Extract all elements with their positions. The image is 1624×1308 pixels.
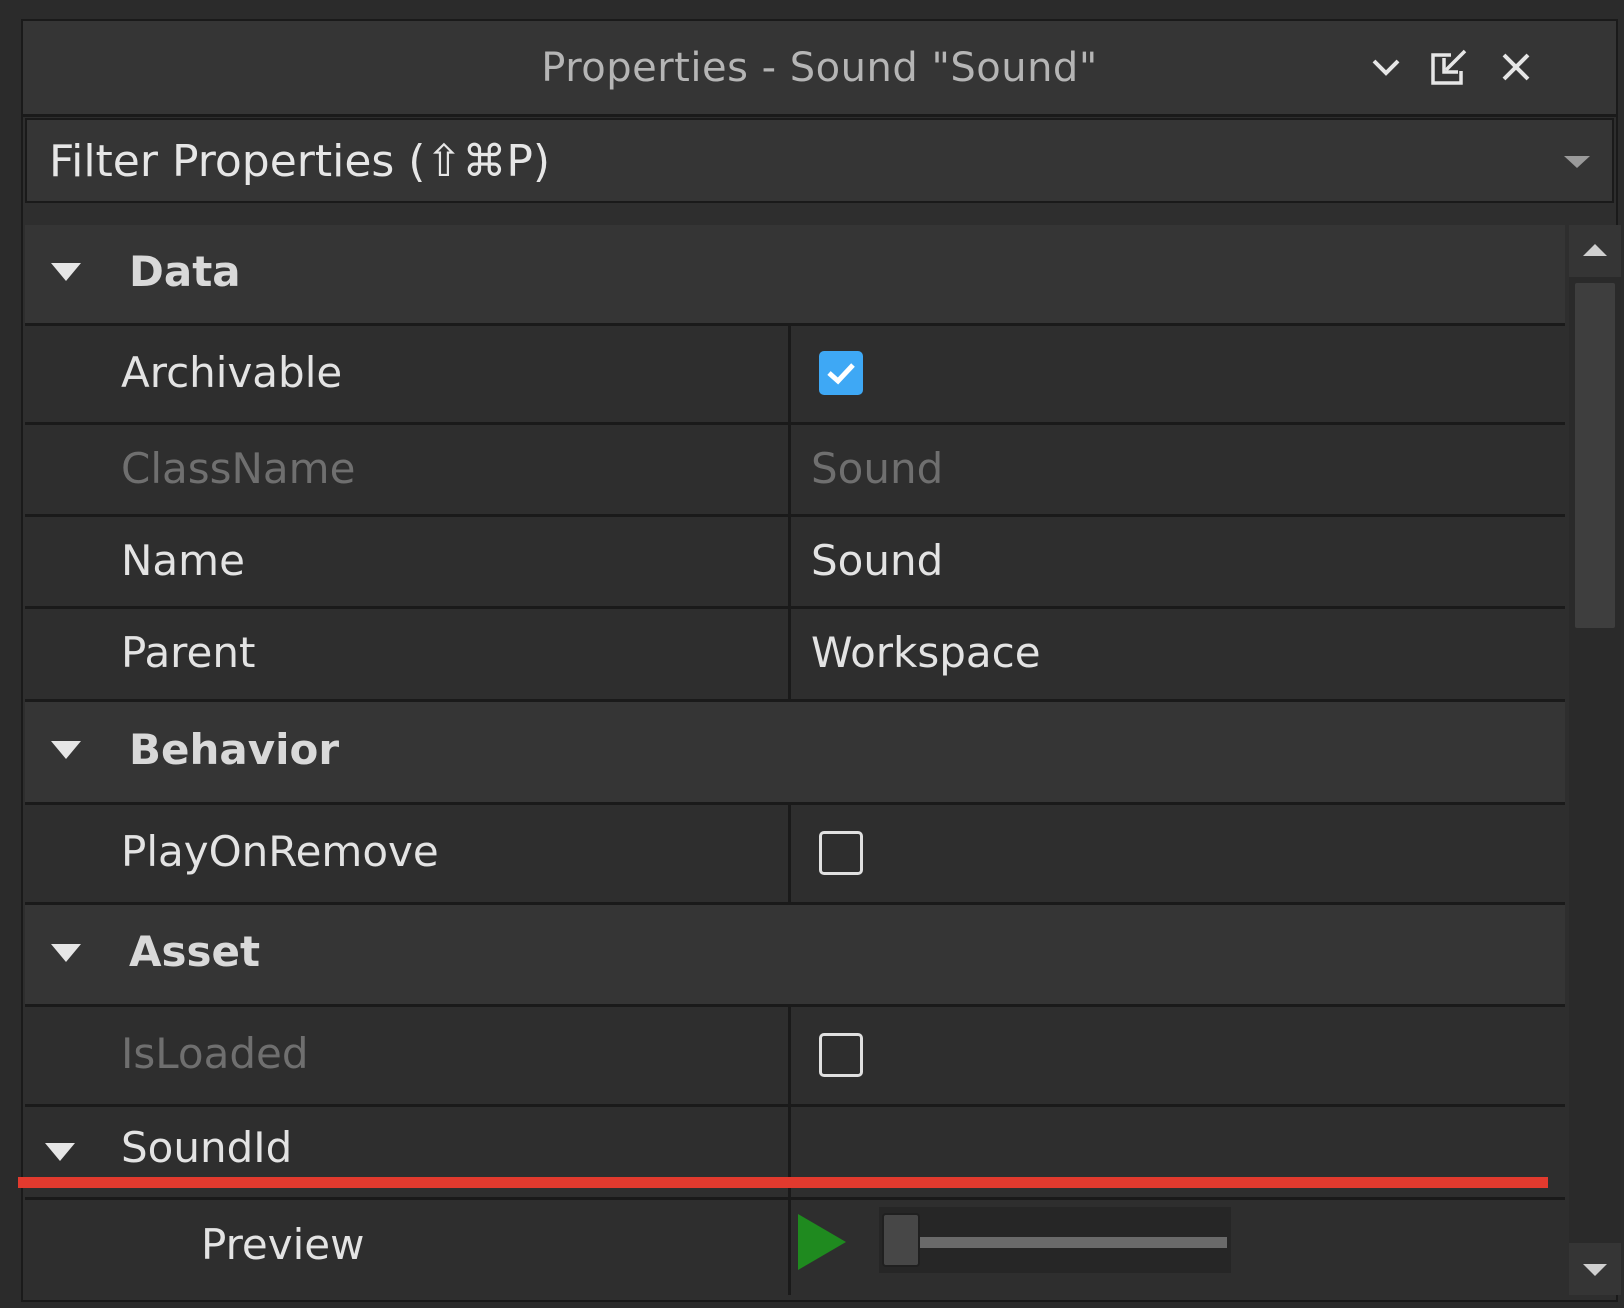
scroll-down-icon (1583, 1264, 1607, 1276)
scrollbar-thumb[interactable] (1575, 283, 1615, 628)
preview-slider[interactable] (879, 1207, 1231, 1273)
playonremove-checkbox[interactable] (819, 831, 863, 875)
property-name: ClassName (121, 444, 356, 493)
column-divider (788, 425, 791, 514)
chevron-down-icon[interactable] (1366, 47, 1406, 87)
property-name: PlayOnRemove (121, 827, 439, 876)
scroll-up-icon (1583, 244, 1607, 256)
column-divider (788, 609, 791, 699)
window-title: Properties - Sound "Sound" (541, 44, 1098, 91)
category-behavior[interactable]: Behavior (25, 702, 1565, 805)
property-name: Name (121, 536, 245, 585)
checkmark-icon (827, 363, 855, 385)
archivable-checkbox[interactable] (819, 351, 863, 395)
column-divider (788, 1200, 791, 1295)
slider-handle[interactable] (882, 1213, 920, 1267)
property-name: Parent (121, 628, 256, 677)
category-label: Data (129, 247, 241, 296)
property-row-classname: ClassName Sound (25, 425, 1565, 517)
name-value[interactable]: Sound (811, 536, 943, 585)
property-row-name: Name Sound (25, 517, 1565, 609)
column-divider (788, 326, 791, 422)
collapse-arrow-icon[interactable] (51, 261, 81, 283)
property-row-preview: Preview (25, 1200, 1565, 1295)
vertical-scrollbar[interactable] (1569, 225, 1621, 1295)
properties-panel: Properties - Sound "Sound" Filter Proper… (21, 19, 1621, 1302)
scroll-down-button[interactable] (1569, 1243, 1621, 1295)
category-asset[interactable]: Asset (25, 905, 1565, 1007)
property-name: Archivable (121, 348, 343, 397)
dropdown-arrow-icon[interactable] (1564, 154, 1590, 170)
property-row-archivable: Archivable (25, 326, 1565, 425)
property-row-parent: Parent Workspace (25, 609, 1565, 702)
category-label: Behavior (129, 725, 340, 774)
scroll-up-button[interactable] (1569, 225, 1621, 277)
slider-track (911, 1237, 1227, 1248)
column-divider (788, 805, 791, 902)
parent-value[interactable]: Workspace (811, 628, 1041, 677)
column-divider (788, 517, 791, 606)
property-name: IsLoaded (121, 1029, 309, 1078)
property-grid: Data Archivable ClassName Sound Name Sou… (25, 225, 1565, 1295)
close-icon[interactable] (1496, 47, 1536, 87)
title-bar: Properties - Sound "Sound" (23, 21, 1616, 117)
property-name: SoundId (121, 1123, 293, 1172)
filter-input[interactable]: Filter Properties (⇧⌘P) (25, 118, 1614, 203)
highlight-line (18, 1177, 1548, 1188)
collapse-arrow-icon[interactable] (51, 942, 81, 964)
isloaded-checkbox (819, 1033, 863, 1077)
property-row-isloaded: IsLoaded (25, 1007, 1565, 1107)
property-name: Preview (201, 1220, 365, 1269)
classname-value: Sound (811, 444, 944, 493)
play-icon[interactable] (796, 1212, 848, 1272)
collapse-arrow-icon[interactable] (51, 739, 81, 761)
category-data[interactable]: Data (25, 225, 1565, 326)
category-label: Asset (129, 927, 261, 976)
column-divider (788, 1007, 791, 1104)
property-row-playonremove: PlayOnRemove (25, 805, 1565, 905)
dock-icon[interactable] (1429, 47, 1469, 87)
filter-placeholder: Filter Properties (⇧⌘P) (49, 136, 551, 187)
collapse-arrow-icon[interactable] (45, 1141, 75, 1163)
